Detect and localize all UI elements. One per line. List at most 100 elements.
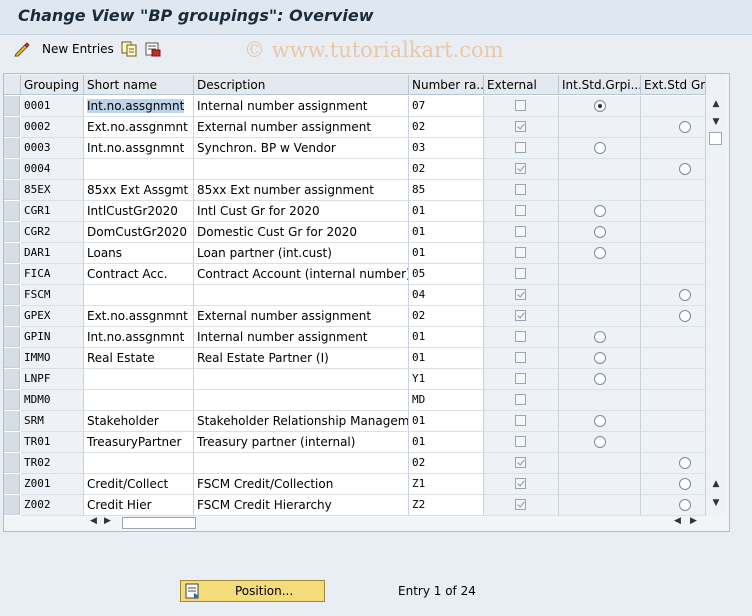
int-std-grouping-radio[interactable] bbox=[594, 142, 606, 154]
cell-description[interactable]: 85xx Ext number assignment bbox=[194, 180, 409, 201]
cell-number-range[interactable]: 03 bbox=[409, 138, 484, 159]
row-selector[interactable] bbox=[4, 138, 20, 158]
cell-number-range[interactable]: Y1 bbox=[409, 369, 484, 390]
horizontal-scrollbar[interactable]: ◀ ▶ ◀ ▶ bbox=[86, 516, 706, 530]
column-header-int-std-grouping[interactable]: Int.Std.Grpi... bbox=[559, 75, 641, 95]
position-button[interactable]: Position... bbox=[180, 580, 325, 602]
cell-short-name[interactable]: Contract Acc. bbox=[84, 264, 194, 285]
scroll-left-icon[interactable]: ◀ bbox=[90, 516, 97, 526]
cell-description[interactable]: Real Estate Partner (I) bbox=[194, 348, 409, 369]
cell-description[interactable]: Domestic Cust Gr for 2020 bbox=[194, 222, 409, 243]
page-up-icon[interactable]: ▲ bbox=[710, 479, 722, 489]
int-std-grouping-radio[interactable] bbox=[594, 331, 606, 343]
external-checkbox[interactable] bbox=[515, 331, 526, 342]
cell-description[interactable]: Loan partner (int.cust) bbox=[194, 243, 409, 264]
external-checkbox[interactable] bbox=[515, 415, 526, 426]
int-std-grouping-radio[interactable] bbox=[594, 226, 606, 238]
int-std-grouping-radio[interactable] bbox=[594, 100, 606, 112]
external-checkbox[interactable] bbox=[515, 100, 526, 111]
cell-short-name[interactable]: Credit/Collect bbox=[84, 474, 194, 495]
row-selector[interactable] bbox=[4, 369, 20, 389]
scroll-up-icon[interactable]: ▲ bbox=[710, 99, 722, 109]
cell-number-range[interactable]: Z1 bbox=[409, 474, 484, 495]
cell-description[interactable]: Internal number assignment bbox=[194, 327, 409, 348]
cell-number-range[interactable]: MD bbox=[409, 390, 484, 411]
scroll-down-icon[interactable]: ▼ bbox=[710, 498, 722, 508]
cell-number-range[interactable]: 02 bbox=[409, 453, 484, 474]
cell-short-name[interactable]: IntlCustGr2020 bbox=[84, 201, 194, 222]
cell-number-range[interactable]: Z2 bbox=[409, 495, 484, 516]
cell-description[interactable] bbox=[194, 159, 409, 180]
cell-short-name[interactable]: Real Estate bbox=[84, 348, 194, 369]
external-checkbox[interactable] bbox=[515, 436, 526, 447]
row-selector[interactable] bbox=[4, 201, 20, 221]
external-checkbox[interactable] bbox=[515, 184, 526, 195]
ext-std-grouping-radio[interactable] bbox=[679, 478, 691, 490]
row-selector[interactable] bbox=[4, 390, 20, 410]
int-std-grouping-radio[interactable] bbox=[594, 352, 606, 364]
cell-short-name[interactable]: 85xx Ext Assgmt bbox=[84, 180, 194, 201]
copy-button[interactable] bbox=[121, 39, 137, 59]
row-selector[interactable] bbox=[4, 327, 20, 347]
cell-description[interactable]: External number assignment bbox=[194, 306, 409, 327]
ext-std-grouping-radio[interactable] bbox=[679, 121, 691, 133]
external-checkbox[interactable] bbox=[515, 268, 526, 279]
row-selector[interactable] bbox=[4, 474, 20, 494]
int-std-grouping-radio[interactable] bbox=[594, 436, 606, 448]
cell-description[interactable] bbox=[194, 285, 409, 306]
cell-number-range[interactable]: 07 bbox=[409, 96, 484, 117]
cell-number-range[interactable]: 02 bbox=[409, 306, 484, 327]
cell-short-name[interactable]: Int.no.assgnmnt bbox=[84, 327, 194, 348]
cell-short-name[interactable]: Ext.no.assgnmnt bbox=[84, 306, 194, 327]
row-selector[interactable] bbox=[4, 243, 20, 263]
cell-short-name[interactable] bbox=[84, 285, 194, 306]
row-selector[interactable] bbox=[4, 264, 20, 284]
external-checkbox[interactable] bbox=[515, 142, 526, 153]
external-checkbox[interactable] bbox=[515, 163, 526, 174]
cell-number-range[interactable]: 05 bbox=[409, 264, 484, 285]
cell-description[interactable]: FSCM Credit/Collection bbox=[194, 474, 409, 495]
external-checkbox[interactable] bbox=[515, 121, 526, 132]
cell-number-range[interactable]: 01 bbox=[409, 222, 484, 243]
cell-description[interactable]: Treasury partner (internal) bbox=[194, 432, 409, 453]
cell-description[interactable]: Contract Account (internal number) bbox=[194, 264, 409, 285]
cell-short-name[interactable] bbox=[84, 369, 194, 390]
cell-short-name[interactable]: DomCustGr2020 bbox=[84, 222, 194, 243]
cell-description[interactable]: Internal number assignment bbox=[194, 96, 409, 117]
cell-short-name[interactable] bbox=[84, 159, 194, 180]
external-checkbox[interactable] bbox=[515, 394, 526, 405]
cell-number-range[interactable]: 01 bbox=[409, 201, 484, 222]
ext-std-grouping-radio[interactable] bbox=[679, 289, 691, 301]
external-checkbox[interactable] bbox=[515, 499, 526, 510]
row-selector[interactable] bbox=[4, 432, 20, 452]
row-selector[interactable] bbox=[4, 348, 20, 368]
scroll-right-end-icon[interactable]: ▶ bbox=[690, 516, 697, 526]
int-std-grouping-radio[interactable] bbox=[594, 415, 606, 427]
cell-short-name[interactable]: Stakeholder bbox=[84, 411, 194, 432]
row-selector[interactable] bbox=[4, 222, 20, 242]
ext-std-grouping-radio[interactable] bbox=[679, 457, 691, 469]
external-checkbox[interactable] bbox=[515, 478, 526, 489]
external-checkbox[interactable] bbox=[515, 310, 526, 321]
horizontal-scroll-thumb[interactable] bbox=[122, 517, 196, 529]
ext-std-grouping-radio[interactable] bbox=[679, 163, 691, 175]
external-checkbox[interactable] bbox=[515, 289, 526, 300]
cell-number-range[interactable]: 02 bbox=[409, 117, 484, 138]
external-checkbox[interactable] bbox=[515, 352, 526, 363]
int-std-grouping-radio[interactable] bbox=[594, 373, 606, 385]
select-all-header[interactable] bbox=[4, 75, 21, 95]
cell-short-name[interactable] bbox=[84, 453, 194, 474]
cell-short-name[interactable]: Loans bbox=[84, 243, 194, 264]
cell-short-name[interactable]: Int.no.assgnmnt bbox=[84, 138, 194, 159]
scroll-right-icon[interactable]: ▶ bbox=[104, 516, 111, 526]
cell-description[interactable]: External number assignment bbox=[194, 117, 409, 138]
column-header-description[interactable]: Description bbox=[194, 75, 409, 95]
cell-description[interactable]: FSCM Credit Hierarchy bbox=[194, 495, 409, 516]
cell-description[interactable] bbox=[194, 453, 409, 474]
row-selector[interactable] bbox=[4, 411, 20, 431]
cell-short-name[interactable] bbox=[84, 390, 194, 411]
page-down-icon[interactable]: ▼ bbox=[710, 117, 722, 127]
cell-description[interactable]: Intl Cust Gr for 2020 bbox=[194, 201, 409, 222]
row-selector[interactable] bbox=[4, 306, 20, 326]
external-checkbox[interactable] bbox=[515, 226, 526, 237]
